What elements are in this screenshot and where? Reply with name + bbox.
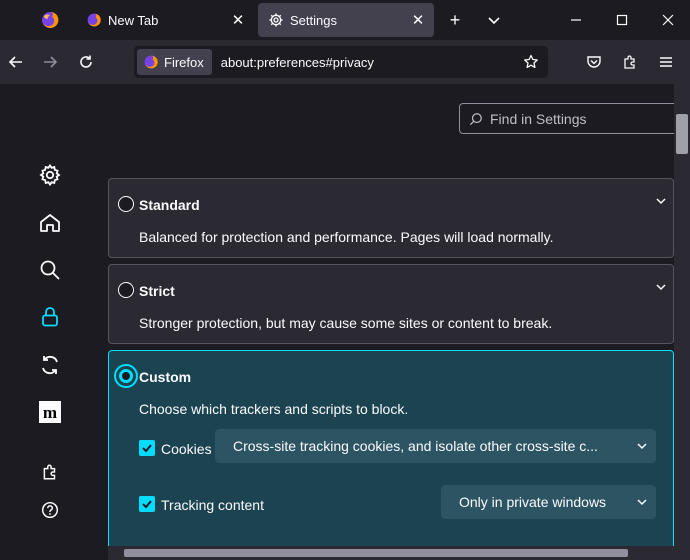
vertical-scrollbar[interactable]: [674, 84, 690, 560]
expand-standard-button[interactable]: [653, 193, 669, 209]
tracking-content-label[interactable]: Tracking content: [161, 497, 264, 513]
hamburger-menu-icon: [660, 57, 672, 67]
tracking-content-select-value: Only in private windows: [459, 494, 607, 510]
option-title: Custom: [139, 369, 192, 385]
radio-strict[interactable]: [118, 282, 134, 298]
cookies-checkbox[interactable]: [139, 440, 155, 456]
identity-label: Firefox: [164, 54, 204, 70]
checkmark-icon: [142, 500, 152, 509]
close-window-button[interactable]: [654, 6, 682, 34]
pocket-button[interactable]: [580, 48, 608, 76]
search-icon: [40, 260, 60, 280]
chevron-down-icon: [628, 496, 656, 508]
firefox-icon: [144, 55, 158, 69]
star-icon: [524, 54, 538, 69]
close-tab-button[interactable]: ✕: [228, 10, 248, 30]
vertical-scrollbar-thumb[interactable]: [676, 114, 688, 154]
radio-standard[interactable]: [118, 196, 134, 212]
tracking-option-custom[interactable]: Custom Choose which trackers and scripts…: [108, 350, 674, 560]
url-text[interactable]: about:preferences#privacy: [221, 55, 518, 70]
reload-icon: [80, 55, 92, 68]
chevron-down-icon: [488, 17, 500, 25]
tracking-content-checkbox[interactable]: [139, 496, 155, 512]
close-tab-button[interactable]: ✕: [408, 10, 428, 30]
chevron-down-icon: [656, 198, 666, 205]
minimize-icon: [571, 19, 581, 21]
cookies-select[interactable]: Cross-site tracking cookies, and isolate…: [215, 429, 656, 463]
checkmark-icon: [142, 444, 152, 453]
radio-custom[interactable]: [114, 364, 138, 388]
firefox-view-button[interactable]: [30, 4, 70, 36]
navigation-toolbar: Firefox about:preferences#privacy: [0, 40, 690, 84]
search-placeholder: Find in Settings: [490, 110, 587, 127]
tracking-content-select[interactable]: Only in private windows: [441, 485, 656, 519]
option-title: Standard: [139, 197, 200, 213]
tracking-option-strict[interactable]: Strict Stronger protection, but may caus…: [108, 264, 674, 344]
arrow-left-icon: [8, 56, 22, 68]
tab-label: Settings: [290, 12, 337, 28]
tab-label: New Tab: [108, 12, 159, 28]
reload-button[interactable]: [72, 48, 100, 76]
sync-icon: [42, 356, 58, 374]
back-button[interactable]: [2, 48, 30, 76]
tab-new-tab[interactable]: New Tab ✕: [76, 3, 254, 37]
bookmark-star-button[interactable]: [518, 49, 544, 75]
option-description: Choose which trackers and scripts to blo…: [139, 401, 409, 417]
maximize-icon: [616, 14, 628, 26]
option-description: Balanced for protection and performance.…: [139, 229, 554, 245]
search-input[interactable]: Find in Settings: [459, 103, 681, 134]
gear-icon: [39, 163, 61, 187]
settings-page: m Find in Settings Standard Balanced for…: [0, 84, 690, 560]
identity-box[interactable]: Firefox: [137, 49, 212, 75]
horizontal-scrollbar-thumb[interactable]: [124, 549, 628, 557]
mozilla-m-icon: m: [39, 401, 61, 423]
tab-strip: New Tab ✕ Settings ✕ +: [0, 0, 690, 40]
tab-settings[interactable]: Settings ✕: [258, 3, 434, 37]
expand-strict-button[interactable]: [653, 279, 669, 295]
sidebar-item-more-from-mozilla[interactable]: m: [36, 398, 64, 426]
sidebar-item-home[interactable]: [36, 209, 64, 237]
forward-button[interactable]: [36, 48, 64, 76]
sidebar-item-search[interactable]: [36, 256, 64, 284]
help-icon: [41, 501, 59, 519]
firefox-icon: [42, 11, 59, 28]
sidebar-item-privacy[interactable]: [36, 303, 64, 331]
tracking-option-standard[interactable]: Standard Balanced for protection and per…: [108, 178, 674, 258]
search-icon: [468, 111, 484, 127]
cookies-label[interactable]: Cookies: [161, 441, 212, 457]
chevron-down-icon: [628, 440, 656, 452]
list-all-tabs-button[interactable]: [480, 6, 508, 34]
puzzle-icon: [624, 55, 635, 69]
cookies-select-value: Cross-site tracking cookies, and isolate…: [233, 438, 598, 454]
pocket-icon: [587, 56, 601, 68]
menu-button[interactable]: [652, 48, 680, 76]
url-bar[interactable]: Firefox about:preferences#privacy: [134, 46, 548, 78]
minimize-button[interactable]: [562, 6, 590, 34]
close-icon: [662, 14, 674, 26]
sidebar-item-sync[interactable]: [36, 351, 64, 379]
option-description: Stronger protection, but may cause some …: [139, 315, 553, 331]
firefox-icon: [86, 12, 102, 28]
svg-text:m: m: [43, 403, 57, 422]
arrow-right-icon: [44, 56, 58, 68]
new-tab-button[interactable]: +: [441, 6, 469, 34]
lock-icon: [42, 307, 58, 327]
gear-icon: [268, 12, 284, 28]
sidebar-item-general[interactable]: [36, 161, 64, 189]
sidebar-item-extensions-themes[interactable]: [36, 458, 64, 486]
option-title: Strict: [139, 283, 175, 299]
extensions-button[interactable]: [616, 48, 644, 76]
home-icon: [40, 214, 60, 232]
maximize-button[interactable]: [608, 6, 636, 34]
sidebar-item-support[interactable]: [36, 496, 64, 524]
chevron-down-icon: [656, 284, 666, 291]
puzzle-icon: [43, 464, 56, 480]
